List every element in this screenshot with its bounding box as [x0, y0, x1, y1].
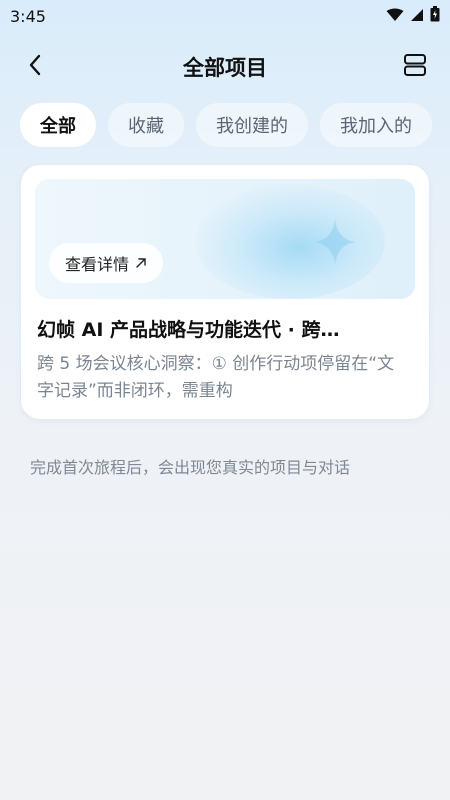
arrow-up-right-icon [135, 254, 147, 273]
tab-label: 全部 [40, 116, 76, 137]
card-hero-image: 查看详情 [35, 179, 415, 299]
filter-tabs: 全部 收藏 我创建的 我加入的 [20, 103, 450, 147]
layout-toggle-button[interactable] [398, 52, 432, 82]
tab-all[interactable]: 全部 [20, 103, 96, 147]
tab-label: 我创建的 [216, 116, 288, 137]
wifi-icon [386, 7, 404, 26]
back-button[interactable] [18, 52, 52, 82]
card-title: 幻帧 AI 产品战略与功能迭代 · 跨… [37, 319, 340, 341]
page-title: 全部项目 [183, 56, 267, 80]
view-details-button[interactable]: 查看详情 [49, 243, 164, 283]
tab-favorites[interactable]: 收藏 [108, 103, 184, 147]
hero-glow [195, 184, 385, 299]
status-icons [386, 6, 440, 26]
card-description: 跨 5 场会议核心洞察：① 创作行动项停留在“文字记录”而非闭环，需重构 [37, 354, 395, 401]
tab-label: 收藏 [128, 116, 164, 137]
sparkle-icon [315, 219, 355, 269]
status-time: 3:45 [10, 6, 46, 26]
view-details-label: 查看详情 [65, 255, 130, 274]
empty-hint: 完成首次旅程后，会出现您真实的项目与对话 [30, 458, 351, 477]
signal-icon [410, 7, 424, 26]
tab-label: 我加入的 [340, 116, 412, 137]
tab-joined-by-me[interactable]: 我加入的 [320, 103, 432, 147]
header: 全部项目 [0, 42, 450, 92]
status-bar: 3:45 [0, 0, 450, 32]
layout-rows-icon [403, 53, 427, 81]
tab-created-by-me[interactable]: 我创建的 [196, 103, 308, 147]
project-card[interactable]: 查看详情 幻帧 AI 产品战略与功能迭代 · 跨… 跨 5 场会议核心洞察：① … [20, 164, 430, 420]
chevron-left-icon [28, 54, 42, 80]
battery-icon [430, 6, 440, 26]
